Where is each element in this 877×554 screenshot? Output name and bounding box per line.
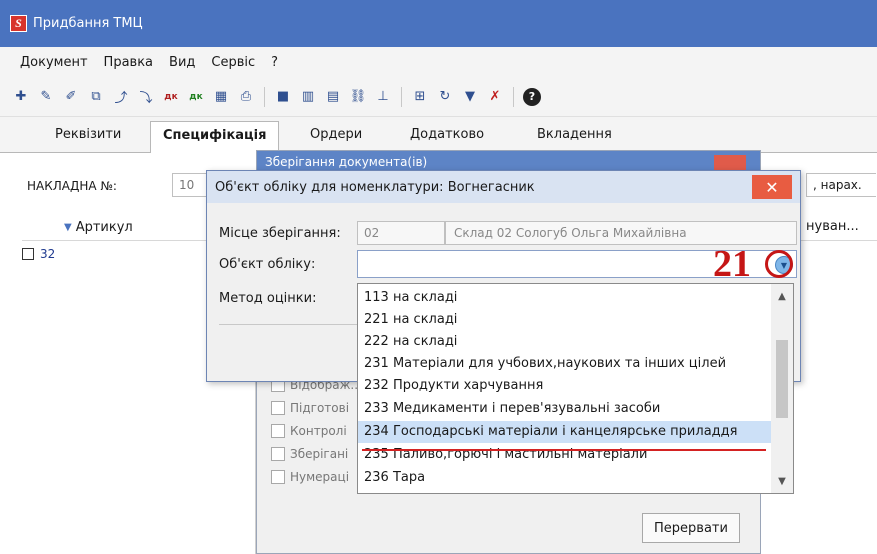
tab-orders[interactable]: Ордери — [310, 127, 362, 142]
scroll-thumb[interactable] — [776, 340, 788, 418]
row-article: 32 — [40, 247, 56, 261]
toolbar: ✚ ✎ ✐ ⧉ ⤴ ⤵ дк дк ▦ ⎙ ■ ▥ ▤ ⛓ ⊥ ⊞ ↻ ▼ ✗ … — [0, 77, 877, 117]
scroll-down-icon[interactable]: ▼ — [771, 471, 793, 491]
accounting-object-dropdown: 113 на складі 221 на складі 222 на склад… — [357, 283, 794, 494]
columns-alt-icon[interactable]: ▤ — [324, 88, 342, 106]
storage-place-label: Місце зберігання: — [219, 226, 341, 241]
dropdown-item[interactable]: 236 Тара — [358, 467, 771, 489]
tab-attachments[interactable]: Вкладення — [537, 127, 612, 142]
window-titlebar: S Придбання ТМЦ — [0, 0, 877, 47]
refresh-icon[interactable]: ↻ — [436, 88, 454, 106]
dialog-title: Об'єкт обліку для номенклатури: Вогнегас… — [207, 171, 800, 203]
grid-icon[interactable]: ⊞ — [411, 88, 429, 106]
clear-filter-icon[interactable]: ✗ — [486, 88, 504, 106]
close-icon[interactable]: ✕ — [752, 175, 792, 199]
annotation-circle — [765, 250, 793, 278]
valuation-method-label: Метод оцінки: — [219, 291, 317, 306]
debit-credit-icon[interactable]: дк — [162, 88, 180, 106]
accrual-field[interactable]: , нарах. — [806, 173, 876, 197]
print-icon[interactable]: ⎙ — [237, 88, 255, 106]
dropdown-item[interactable]: 232 Продукти харчування — [358, 375, 771, 397]
tree-icon[interactable]: ⊥ — [374, 88, 392, 106]
columns-icon[interactable]: ▥ — [299, 88, 317, 106]
menu-bar: Документ Правка Вид Сервіс ? — [0, 47, 877, 77]
checkbox-label: Зберігані — [290, 447, 349, 461]
annotation-step-number: 21 — [713, 243, 751, 285]
column-article[interactable]: Артикул — [76, 220, 133, 235]
edit-doc-icon[interactable]: ✐ — [62, 88, 80, 106]
toolbar-separator — [264, 86, 265, 107]
menu-service[interactable]: Сервіс — [211, 55, 255, 70]
divider — [219, 324, 359, 325]
checkbox[interactable] — [271, 424, 285, 438]
new-copy-icon[interactable]: ✎ — [37, 88, 55, 106]
menu-edit[interactable]: Правка — [104, 55, 153, 70]
checkbox[interactable] — [271, 447, 285, 461]
checkbox-label: Нумераці — [290, 470, 350, 484]
sort-desc-icon[interactable]: ▼ — [64, 222, 72, 233]
annotation-underline — [362, 449, 766, 451]
tab-additional[interactable]: Додатково — [410, 127, 484, 142]
abort-button[interactable]: Перервати — [642, 513, 740, 543]
dropdown-item[interactable]: 231 Матеріали для учбових,наукових та ін… — [358, 353, 771, 375]
dropdown-item[interactable]: 235 Паливо,горючі і мастильні матеріали — [358, 444, 771, 466]
storage-name-field: Склад 02 Сологуб Ольга Михайлівна — [445, 221, 797, 245]
scroll-up-icon[interactable]: ▲ — [771, 286, 793, 306]
accounting-object-label: Об'єкт обліку: — [219, 257, 316, 272]
dropdown-item[interactable]: 233 Медикаменти і перев'язувальні засоби — [358, 398, 771, 420]
debit-credit-alt-icon[interactable]: дк — [187, 88, 205, 106]
save-option-numbering[interactable]: Нумераці — [271, 470, 349, 484]
dropdown-item[interactable]: 222 на складі — [358, 331, 771, 353]
new-doc-icon[interactable]: ✚ — [12, 88, 30, 106]
help-icon[interactable]: ? — [523, 87, 541, 106]
app-logo-icon: S — [10, 15, 27, 32]
doc-down-icon[interactable]: ⤵ — [137, 88, 155, 106]
storage-code-field[interactable]: 02 — [357, 221, 445, 245]
checkbox-label: Контролі — [290, 424, 347, 438]
dropdown-item[interactable]: 113 на складі — [358, 287, 771, 309]
checkbox-label: Підготові — [290, 401, 350, 415]
menu-document[interactable]: Документ — [20, 55, 88, 70]
window-title: Придбання ТМЦ — [33, 16, 143, 31]
save-dialog-close-button[interactable] — [714, 155, 746, 171]
checkbox[interactable] — [271, 401, 285, 415]
menu-view[interactable]: Вид — [169, 55, 195, 70]
copy-icon[interactable]: ⧉ — [87, 88, 105, 106]
toolbar-separator — [513, 86, 514, 107]
column-name-header[interactable]: нуван... — [806, 219, 859, 234]
save-option-prepare[interactable]: Підготові — [271, 401, 349, 415]
save-icon[interactable]: ■ — [274, 88, 292, 106]
invoice-number-label: НАКЛАДНА №: — [27, 179, 117, 193]
tab-bar: Реквізити Специфікація Ордери Додатково … — [0, 117, 877, 154]
dropdown-item-selected[interactable]: 234 Господарські матеріали і канцелярськ… — [358, 421, 771, 443]
link-icon[interactable]: ⛓ — [349, 88, 367, 106]
checkbox[interactable] — [271, 470, 285, 484]
dropdown-scrollbar[interactable]: ▲ ▼ — [771, 284, 793, 493]
toolbar-separator — [401, 86, 402, 107]
save-option-store[interactable]: Зберігані — [271, 447, 348, 461]
save-option-control[interactable]: Контролі — [271, 424, 347, 438]
filter-icon[interactable]: ▼ — [461, 88, 479, 106]
menu-help[interactable]: ? — [271, 55, 278, 70]
tab-requisites[interactable]: Реквізити — [55, 127, 121, 142]
calc-icon[interactable]: ▦ — [212, 88, 230, 106]
dropdown-item[interactable]: 221 на складі — [358, 309, 771, 331]
row-checkbox[interactable] — [22, 248, 34, 260]
doc-up-icon[interactable]: ⤴ — [112, 88, 130, 106]
